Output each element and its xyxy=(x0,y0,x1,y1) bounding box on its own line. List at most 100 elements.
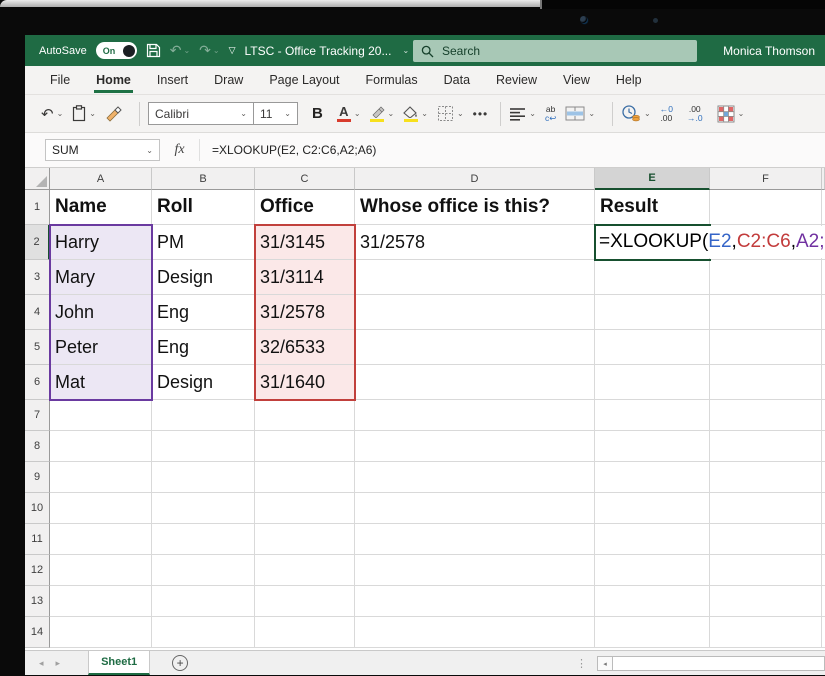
number-format-button[interactable]: ⌄ xyxy=(621,105,651,122)
row-header-7[interactable]: 7 xyxy=(25,400,50,431)
cell-b2[interactable]: PM xyxy=(152,225,255,260)
cell-d5[interactable] xyxy=(355,330,595,365)
tab-formulas[interactable]: Formulas xyxy=(353,66,431,94)
tab-home[interactable]: Home xyxy=(83,66,144,94)
row-header-4[interactable]: 4 xyxy=(25,295,50,330)
cell-d3[interactable] xyxy=(355,260,595,295)
cell-c6[interactable]: 31/1640 xyxy=(255,365,355,400)
horizontal-scrollbar[interactable] xyxy=(613,656,825,671)
tab-draw[interactable]: Draw xyxy=(201,66,256,94)
save-icon[interactable] xyxy=(146,43,161,58)
column-header-f[interactable]: F xyxy=(710,168,822,190)
cell-c2[interactable]: 31/3145 xyxy=(255,225,355,260)
cell-b5[interactable]: Eng xyxy=(152,330,255,365)
cell-c4[interactable]: 31/2578 xyxy=(255,295,355,330)
tab-help[interactable]: Help xyxy=(603,66,655,94)
cell-b3[interactable]: Design xyxy=(152,260,255,295)
row-header-13[interactable]: 13 xyxy=(25,586,50,617)
name-box[interactable]: SUM ⌄ xyxy=(45,139,160,161)
cell-f1[interactable] xyxy=(710,190,822,225)
autosave-toggle[interactable]: On xyxy=(96,42,137,59)
alignment-button[interactable]: ⌄ xyxy=(509,107,536,121)
wrap-text-button[interactable]: abc↩ xyxy=(545,105,556,123)
cell-e1[interactable]: Result xyxy=(595,190,710,225)
fx-icon[interactable]: fx xyxy=(160,139,200,161)
formula-input[interactable]: =XLOOKUP(E2, C2:C6,A2;A6) xyxy=(212,143,376,157)
decrease-decimal-button[interactable]: .00→.0 xyxy=(687,105,703,123)
row-header-14[interactable]: 14 xyxy=(25,617,50,648)
cell-d6[interactable] xyxy=(355,365,595,400)
row-header-11[interactable]: 11 xyxy=(25,524,50,555)
merge-center-button[interactable]: ⌄ xyxy=(565,106,595,121)
format-as-table-button[interactable]: ⌄ xyxy=(717,105,745,123)
cell-a3[interactable]: Mary xyxy=(50,260,152,295)
cell-a4[interactable]: John xyxy=(50,295,152,330)
column-header-a[interactable]: A xyxy=(50,168,152,190)
cell-f6[interactable] xyxy=(710,365,822,400)
row-header-3[interactable]: 3 xyxy=(25,260,50,295)
cell-e3[interactable] xyxy=(595,260,710,295)
cell-f4[interactable] xyxy=(710,295,822,330)
row-header-9[interactable]: 9 xyxy=(25,462,50,493)
cell-b1[interactable]: Roll xyxy=(152,190,255,225)
redo-button[interactable]: ↷⌄ xyxy=(199,42,219,59)
font-name-select[interactable]: Calibri⌄ xyxy=(148,102,254,125)
row-header-5[interactable]: 5 xyxy=(25,330,50,365)
splitter-dots-icon[interactable]: ⋮ xyxy=(576,657,587,670)
paste-button[interactable]: ⌄ xyxy=(72,105,96,122)
font-color-button[interactable]: A ⌄ xyxy=(337,106,361,122)
fill-color-button[interactable]: ⌄ xyxy=(403,106,428,122)
row-header-1[interactable]: 1 xyxy=(25,190,50,225)
format-painter-icon[interactable] xyxy=(105,106,122,122)
tab-data[interactable]: Data xyxy=(431,66,483,94)
user-name[interactable]: Monica Thomson xyxy=(723,35,815,66)
chevron-down-icon[interactable]: ⌄ xyxy=(402,46,409,55)
column-header-e[interactable]: E xyxy=(595,168,710,190)
cell-a6[interactable]: Mat xyxy=(50,365,152,400)
scroll-left-button[interactable]: ◂ xyxy=(597,656,613,671)
increase-decimal-button[interactable]: ←0.00 xyxy=(660,105,673,123)
add-sheet-button[interactable]: + xyxy=(172,655,188,671)
undo-button[interactable]: ↶⌄ xyxy=(41,105,63,123)
next-sheet-icon[interactable]: ▸ xyxy=(56,658,61,669)
sheet-tab-sheet1[interactable]: Sheet1 xyxy=(88,651,150,675)
tab-page-layout[interactable]: Page Layout xyxy=(256,66,352,94)
prev-sheet-icon[interactable]: ◂ xyxy=(39,658,44,669)
cell-d4[interactable] xyxy=(355,295,595,330)
cell-f3[interactable] xyxy=(710,260,822,295)
cell-a2[interactable]: Harry xyxy=(50,225,152,260)
cell-c5[interactable]: 32/6533 xyxy=(255,330,355,365)
row-header-8[interactable]: 8 xyxy=(25,431,50,462)
cell-e2[interactable] xyxy=(595,225,710,260)
document-title[interactable]: LTSC - Office Tracking 20... xyxy=(245,44,392,58)
column-header-d[interactable]: D xyxy=(355,168,595,190)
tab-file[interactable]: File xyxy=(37,66,83,94)
row-header-2[interactable]: 2 xyxy=(25,225,50,260)
cell-d1[interactable]: Whose office is this? xyxy=(355,190,595,225)
cell-b6[interactable]: Design xyxy=(152,365,255,400)
text-highlight-button[interactable]: ⌄ xyxy=(370,106,395,122)
cell-c3[interactable]: 31/3114 xyxy=(255,260,355,295)
select-all-corner[interactable] xyxy=(25,168,50,190)
more-options-button[interactable]: ••• xyxy=(473,107,489,121)
cell-a5[interactable]: Peter xyxy=(50,330,152,365)
cell-d2[interactable]: 31/2578 xyxy=(355,225,595,260)
row-header-6[interactable]: 6 xyxy=(25,365,50,400)
undo-button[interactable]: ↶⌄ xyxy=(170,42,190,59)
search-box[interactable] xyxy=(413,40,697,62)
cell-f2[interactable] xyxy=(710,225,822,260)
column-header-c[interactable]: C xyxy=(255,168,355,190)
cell-b4[interactable]: Eng xyxy=(152,295,255,330)
row-header-10[interactable]: 10 xyxy=(25,493,50,524)
borders-button[interactable]: ⌄ xyxy=(437,105,464,122)
cell-e5[interactable] xyxy=(595,330,710,365)
cell-e6[interactable] xyxy=(595,365,710,400)
bold-button[interactable]: B xyxy=(312,105,323,122)
font-size-select[interactable]: 11⌄ xyxy=(254,102,298,125)
search-input[interactable] xyxy=(442,44,689,58)
cell-f5[interactable] xyxy=(710,330,822,365)
row-header-12[interactable]: 12 xyxy=(25,555,50,586)
tab-review[interactable]: Review xyxy=(483,66,550,94)
tab-insert[interactable]: Insert xyxy=(144,66,201,94)
tab-view[interactable]: View xyxy=(550,66,603,94)
